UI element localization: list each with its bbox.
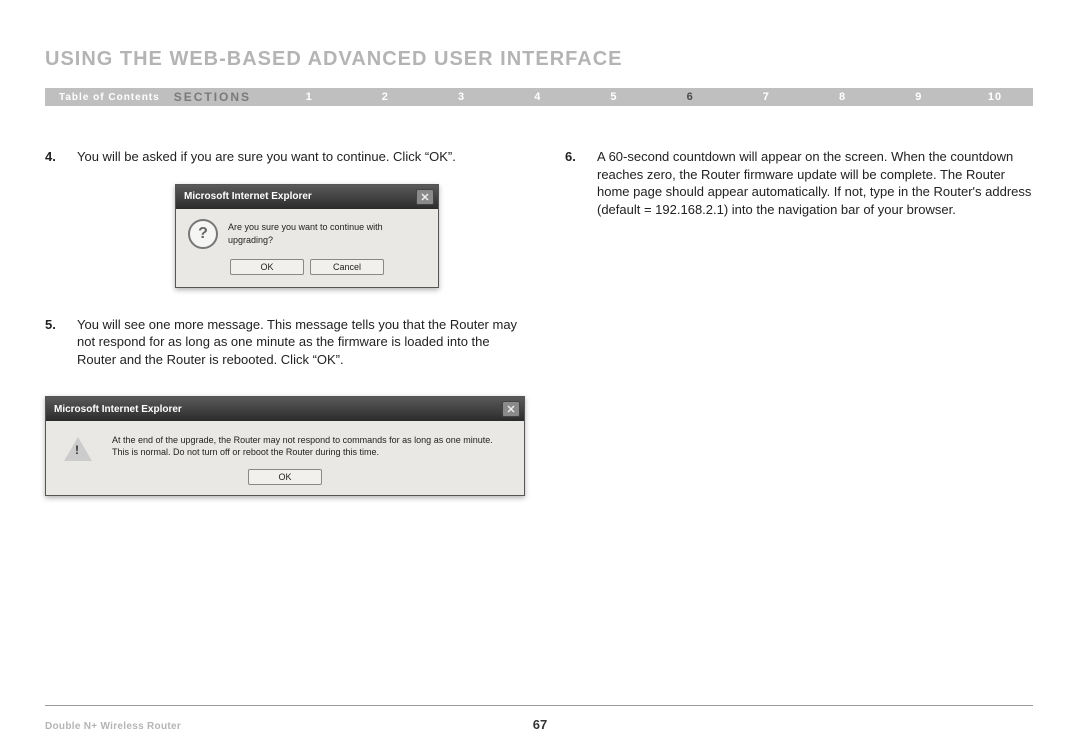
- section-link-1[interactable]: 1: [271, 91, 347, 103]
- step-number: 4.: [45, 148, 77, 166]
- step-6: 6. A 60-second countdown will appear on …: [565, 148, 1033, 218]
- section-link-5[interactable]: 5: [576, 91, 652, 103]
- page-title: USING THE WEB-BASED ADVANCED USER INTERF…: [45, 48, 622, 71]
- step-text: A 60-second countdown will appear on the…: [597, 148, 1033, 218]
- left-column: 4. You will be asked if you are sure you…: [45, 148, 525, 496]
- step-4: 4. You will be asked if you are sure you…: [45, 148, 525, 166]
- step-number: 5.: [45, 316, 77, 369]
- document-page: USING THE WEB-BASED ADVANCED USER INTERF…: [0, 0, 1080, 756]
- ok-button[interactable]: OK: [248, 469, 322, 485]
- toc-link[interactable]: Table of Contents: [45, 92, 174, 103]
- sections-label: SECTIONS: [174, 90, 271, 104]
- question-icon: ?: [188, 219, 218, 249]
- section-link-7[interactable]: 7: [728, 91, 804, 103]
- ok-button[interactable]: OK: [230, 259, 304, 275]
- close-icon[interactable]: [416, 189, 434, 205]
- dialog-title: Microsoft Internet Explorer: [184, 190, 312, 204]
- section-link-3[interactable]: 3: [423, 91, 499, 103]
- section-nav-bar: Table of Contents SECTIONS 1 2 3 4 5 6 7…: [45, 88, 1033, 106]
- footer-divider: [45, 705, 1033, 706]
- page-number: 67: [0, 717, 1080, 732]
- section-link-8[interactable]: 8: [804, 91, 880, 103]
- section-link-4[interactable]: 4: [500, 91, 576, 103]
- dialog-body: ? Are you sure you want to continue with…: [176, 209, 438, 287]
- section-link-6[interactable]: 6: [652, 91, 728, 103]
- upgrade-wait-dialog: Microsoft Internet Explorer At the end o…: [45, 396, 525, 496]
- dialog-titlebar: Microsoft Internet Explorer: [176, 185, 438, 209]
- dialog-body: At the end of the upgrade, the Router ma…: [46, 421, 524, 495]
- warning-icon: [64, 437, 92, 461]
- section-numbers: 1 2 3 4 5 6 7 8 9 10: [271, 91, 1033, 103]
- dialog-buttons: OK: [248, 469, 322, 485]
- dialog-title: Microsoft Internet Explorer: [54, 403, 182, 417]
- dialog-message: At the end of the upgrade, the Router ma…: [112, 435, 508, 458]
- step-text: You will be asked if you are sure you wa…: [77, 148, 525, 166]
- cancel-button[interactable]: Cancel: [310, 259, 384, 275]
- section-link-2[interactable]: 2: [347, 91, 423, 103]
- confirm-upgrade-dialog: Microsoft Internet Explorer ? Are you su…: [175, 184, 439, 288]
- content-columns: 4. You will be asked if you are sure you…: [45, 148, 1033, 496]
- step-number: 6.: [565, 148, 597, 218]
- step-5: 5. You will see one more message. This m…: [45, 316, 525, 369]
- dialog-buttons: OK Cancel: [230, 259, 384, 275]
- section-link-9[interactable]: 9: [881, 91, 957, 103]
- step-text: You will see one more message. This mess…: [77, 316, 525, 369]
- right-column: 6. A 60-second countdown will appear on …: [565, 148, 1033, 496]
- close-icon[interactable]: [502, 401, 520, 417]
- dialog-titlebar: Microsoft Internet Explorer: [46, 397, 524, 421]
- section-link-10[interactable]: 10: [957, 91, 1033, 103]
- dialog-message: Are you sure you want to continue with u…: [228, 221, 426, 245]
